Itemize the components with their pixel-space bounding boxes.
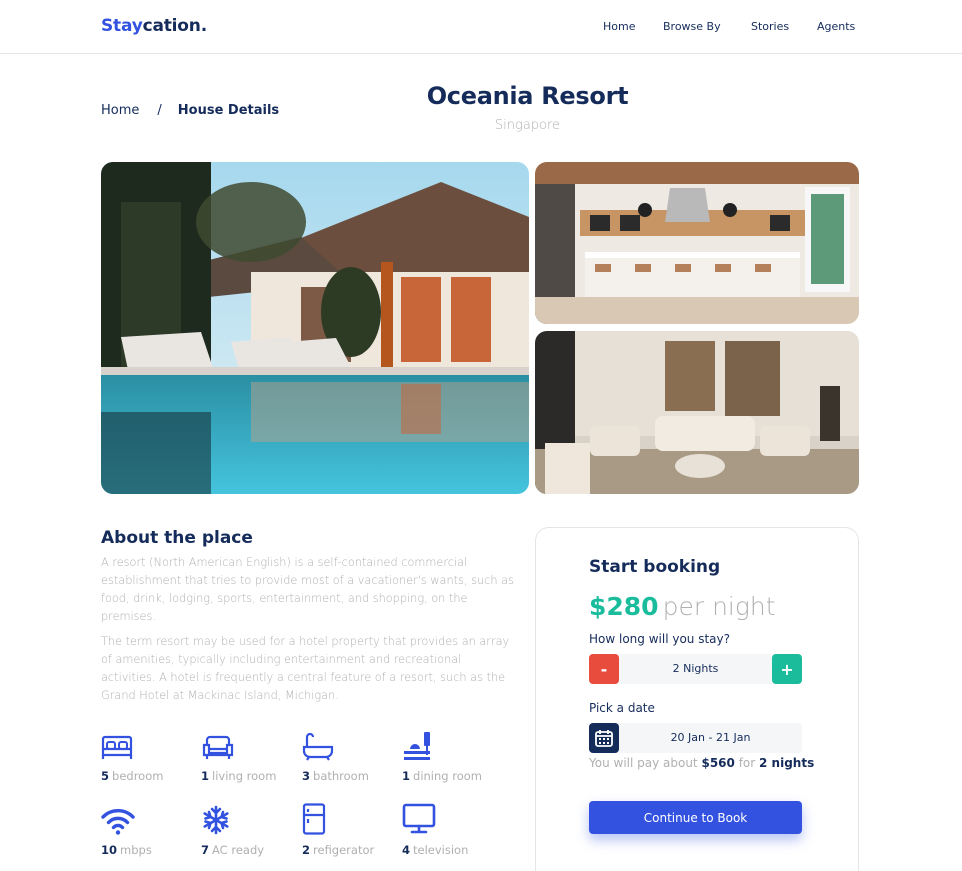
dining-icon xyxy=(402,727,502,761)
nights-value[interactable]: 2 Nights xyxy=(619,662,772,675)
about-paragraph-1: A resort (North American English) is a s… xyxy=(101,556,514,623)
photo-kitchen[interactable] xyxy=(535,162,859,324)
feature-living-room: 1 living room xyxy=(201,727,301,783)
booking-title: Start booking xyxy=(589,557,721,577)
date-label: Pick a date xyxy=(589,701,655,715)
photo-living-room[interactable] xyxy=(535,331,859,494)
page-subtitle: Singapore xyxy=(494,118,561,133)
nav-browse-link[interactable]: Browse By xyxy=(663,20,721,33)
date-picker[interactable]: 20 Jan - 21 Jan xyxy=(589,723,802,753)
wifi-icon xyxy=(101,801,201,835)
snowflake-icon xyxy=(201,801,301,835)
feature-television: 4 television xyxy=(402,801,502,857)
breadcrumb-separator: / xyxy=(157,103,162,118)
duration-label: How long will you stay? xyxy=(589,632,730,646)
feature-bathroom: 3 bathroom xyxy=(302,727,402,783)
main-photo-pool[interactable] xyxy=(101,162,529,494)
sofa-icon xyxy=(201,727,301,761)
bed-icon xyxy=(101,727,201,761)
nav-home-link[interactable]: Home xyxy=(603,20,635,33)
booking-card: Start booking $280 per night How long wil… xyxy=(535,527,859,871)
payment-summary: You will pay about $560 for 2 nights xyxy=(589,756,815,770)
nav-stories-link[interactable]: Stories xyxy=(751,20,789,33)
monitor-icon xyxy=(402,801,502,835)
decrease-nights-button[interactable]: - xyxy=(589,654,619,684)
about-paragraph-2: The term resort may be used for a hotel … xyxy=(101,635,510,702)
page-title: Oceania Resort xyxy=(426,82,629,110)
feature-wifi: 10 mbps xyxy=(101,801,201,857)
nights-stepper: - 2 Nights + xyxy=(589,654,802,684)
fridge-icon xyxy=(302,801,402,835)
date-range-value: 20 Jan - 21 Jan xyxy=(670,731,751,744)
continue-to-book-button[interactable]: Continue to Book xyxy=(589,801,802,834)
breadcrumb-home[interactable]: Home xyxy=(101,103,139,118)
calendar-icon[interactable] xyxy=(589,723,619,753)
bathtub-icon xyxy=(302,727,402,761)
feature-bedroom: 5 bedroom xyxy=(101,727,201,783)
breadcrumb: Home / House Details xyxy=(101,103,279,118)
brand-logo[interactable]: Staycation. xyxy=(101,16,207,36)
feature-dining-room: 1 dining room xyxy=(402,727,502,783)
nav-agents-link[interactable]: Agents xyxy=(817,20,855,33)
about-title: About the place xyxy=(101,528,253,548)
feature-refrigerator: 2 refigerator xyxy=(302,801,402,857)
navbar: Staycation. Home Browse By Stories Agent… xyxy=(0,0,962,54)
breadcrumb-current: House Details xyxy=(177,103,280,118)
increase-nights-button[interactable]: + xyxy=(772,654,802,684)
booking-price: $280 per night xyxy=(589,592,776,621)
feature-ac: 7 AC ready xyxy=(201,801,301,857)
